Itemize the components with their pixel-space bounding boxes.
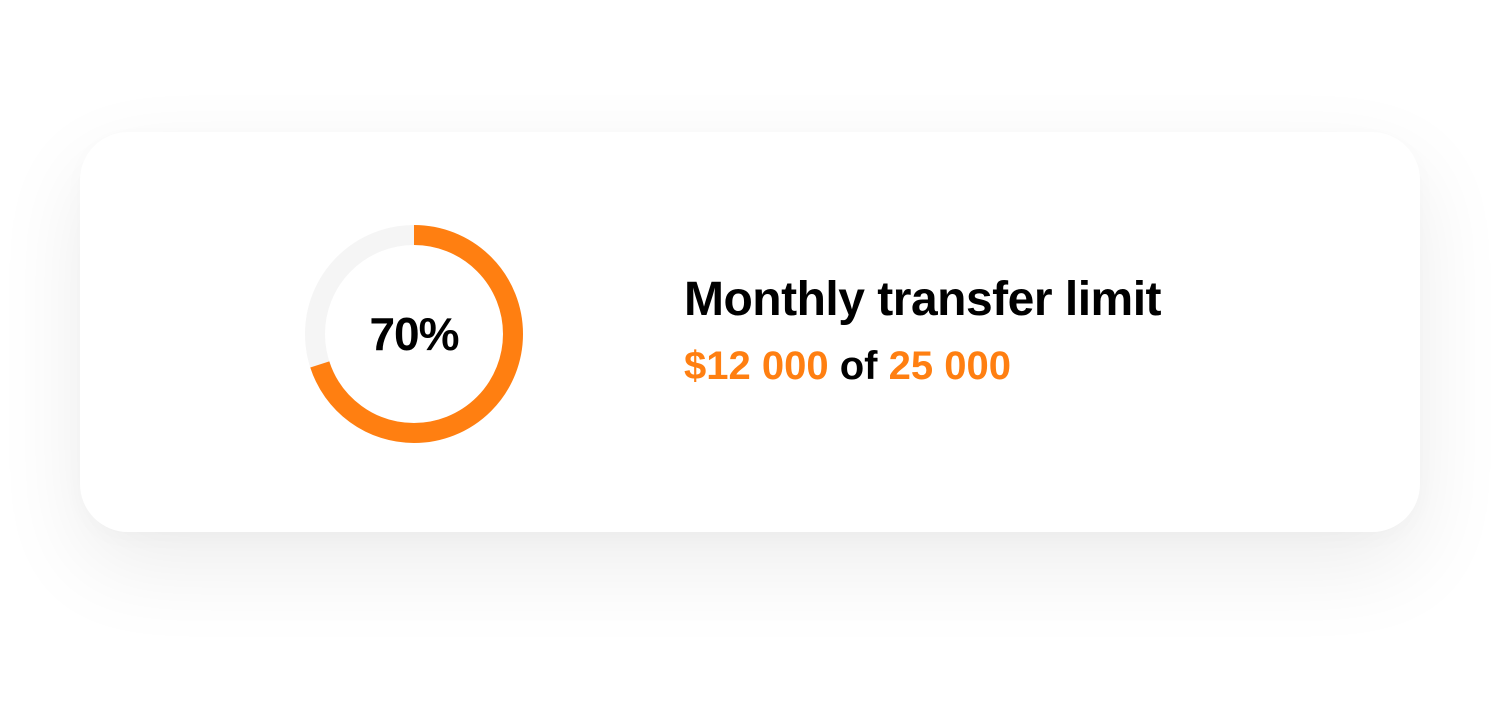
- amount-connector: of: [839, 344, 878, 388]
- limit-amounts: $12 000 of 25 000: [684, 340, 1161, 392]
- progress-percent-label: 70%: [369, 308, 459, 360]
- page: 70% Monthly transfer limit $12 000 of 25…: [0, 0, 1500, 720]
- used-amount: $12 000: [684, 344, 829, 388]
- limit-title: Monthly transfer limit: [684, 273, 1162, 326]
- progress-ring: 70%: [304, 224, 524, 444]
- transfer-limit-card: 70% Monthly transfer limit $12 000 of 25…: [80, 132, 1420, 532]
- total-amount: 25 000: [888, 344, 1011, 388]
- limit-info: Monthly transfer limit $12 000 of 25 000: [684, 270, 1162, 392]
